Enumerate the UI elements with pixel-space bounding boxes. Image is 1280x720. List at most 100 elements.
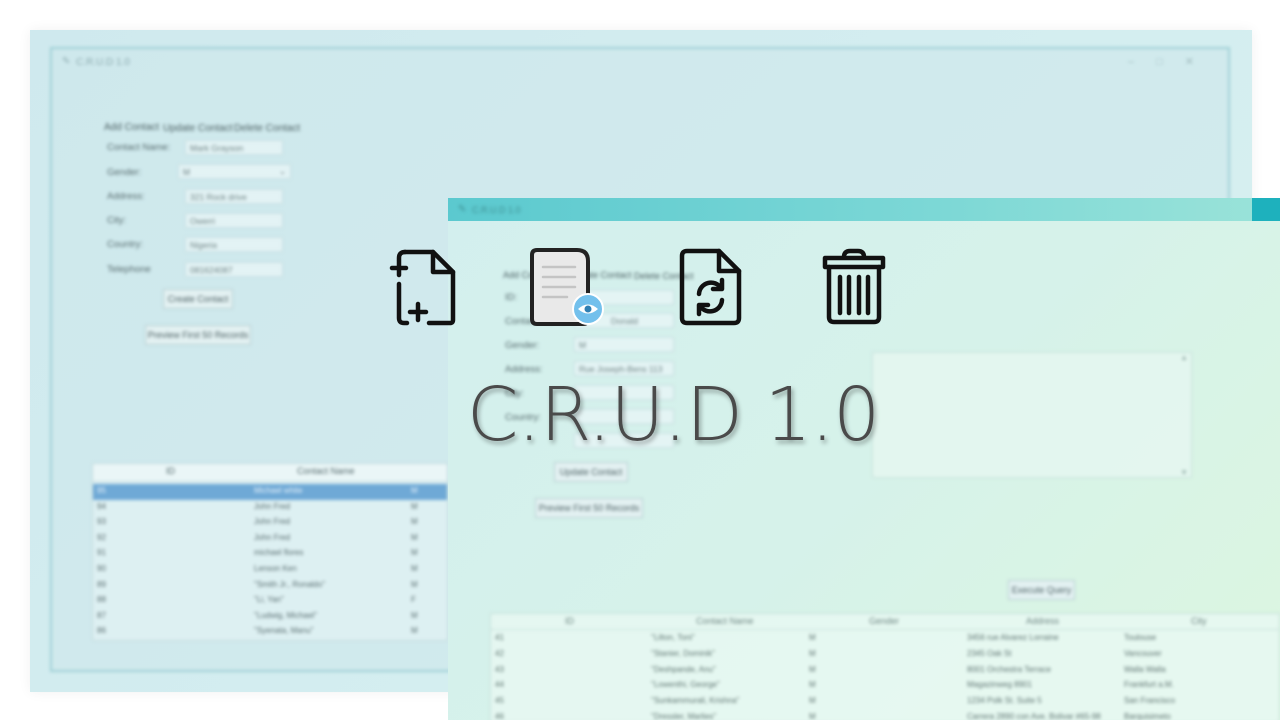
id-cell: 90 — [97, 564, 106, 573]
front-window-accent — [1252, 198, 1280, 221]
table-row[interactable]: 44 "Lowenthi, George" M Magazinweg 8901 Fran… — [491, 678, 1279, 694]
id-cell: 94 — [97, 501, 106, 511]
table-row[interactable]: 93 John Fred M — [93, 515, 447, 531]
id-cell: 42 — [495, 648, 504, 658]
table-row[interactable]: 41 "Lilton, Toni" M 3456 rue Alvarez Lorrai… — [491, 631, 1279, 647]
table-row[interactable]: 42 "Stanier, Dominik" M 2345 Oak St Vancouve… — [491, 647, 1279, 663]
id-cell: 41 — [495, 633, 504, 642]
gender-cell: M — [809, 648, 816, 658]
address-cell: Magazinweg 8901 — [967, 680, 1032, 690]
back-window-controls[interactable]: –□✕ — [1128, 55, 1216, 68]
address-label: Address: — [107, 191, 145, 202]
gender-cell: M — [809, 696, 816, 706]
back-window-title: C.R.U.D 1.0 — [76, 57, 130, 68]
gender-cell: M — [411, 626, 418, 636]
city-label: City: — [107, 215, 126, 226]
city-cell: Barquisimeto — [1124, 712, 1171, 720]
gender-cell: M — [809, 680, 816, 690]
header2-gender[interactable]: Gender — [869, 616, 899, 626]
table-row[interactable]: 43 "Deshpande, Anu" M 8001 Orchestra Terrac… — [491, 663, 1279, 679]
gender-cell: M — [809, 633, 816, 642]
chevron-down-icon: ⌄ — [278, 166, 286, 176]
contact-name-label: Contact Name: — [107, 142, 171, 153]
id-cell: 86 — [97, 626, 106, 636]
city-field[interactable]: Owerri — [185, 213, 283, 228]
create-contact-button[interactable]: Create Contact — [163, 289, 233, 309]
results-table: ID Contact Name Gender Address City 41 "L… — [490, 613, 1280, 720]
contact-name-cell: Lenson Ken — [254, 564, 297, 573]
country-field[interactable]: Nigeria — [185, 237, 283, 252]
table-header: ID Contact Name — [93, 464, 447, 482]
front-window-feather-icon: ✎ — [458, 204, 467, 215]
table-row[interactable]: 95 Michael white M — [93, 484, 447, 500]
telephone-label: Telephone — [107, 264, 151, 275]
table-row[interactable]: 94 John Fred M — [93, 500, 447, 516]
contact-name-cell: "Sunkammurali, Krishna" — [651, 696, 740, 706]
scroll-down-icon[interactable]: ▼ — [1180, 468, 1188, 477]
table-row[interactable]: 86 "Syenata, Manu" M — [93, 624, 447, 640]
telephone-field[interactable]: 081624087 — [185, 262, 283, 277]
tab-update-contact[interactable]: Update Contact — [163, 123, 233, 134]
gender-select[interactable]: M ⌄ — [178, 164, 291, 179]
contact-name-cell: "Li, Yan" — [254, 595, 284, 605]
view-file-icon — [530, 248, 604, 326]
gender-value: M — [183, 167, 191, 177]
city-cell: Vancouver — [1124, 648, 1162, 658]
id-cell: 45 — [495, 696, 504, 706]
scroll-up-icon[interactable]: ▲ — [1180, 353, 1188, 362]
table-row[interactable]: 91 michael flores M — [93, 546, 447, 562]
contact-name-field[interactable]: Mark Grayson — [185, 140, 283, 155]
id-cell: 46 — [495, 712, 504, 720]
id-cell: 87 — [97, 610, 106, 620]
table-row[interactable]: 88 "Li, Yan" F — [93, 593, 447, 609]
gender-cell: M — [411, 610, 418, 620]
preview-records-button-2[interactable]: Preview First 50 Records — [535, 498, 643, 518]
table-row[interactable]: 45 "Sunkammurali, Krishna" M 1234 Polk St. … — [491, 694, 1279, 710]
header-id[interactable]: ID — [166, 466, 175, 476]
gender-label-2: Gender: — [505, 340, 540, 351]
city-cell: Walla Walla — [1124, 664, 1166, 674]
address-cell: 1234 Polk St. Suite 5 — [967, 696, 1042, 706]
table-row[interactable]: 87 "Ludwig, Michael" M — [93, 609, 447, 625]
contact-name-cell: "Ludwig, Michael" — [254, 610, 318, 620]
execute-query-button[interactable]: Execute Query — [1008, 580, 1075, 600]
city-cell: Frankfurt a.M. — [1124, 680, 1174, 690]
address-cell: Carrera 2890 con Ave. Bolivar #65-98 — [967, 712, 1101, 720]
id-cell: 43 — [495, 664, 504, 674]
tab-add-contact[interactable]: Add Contact — [104, 122, 159, 133]
contact-name-cell: michael flores — [254, 548, 304, 558]
city-cell: San Francisco — [1124, 696, 1176, 706]
table-row[interactable]: 46 "Dressler, Marlies" M Carrera 2890 con A… — [491, 710, 1279, 720]
contact-name-cell: "Syenata, Manu" — [254, 626, 314, 636]
header2-city[interactable]: City — [1191, 616, 1207, 626]
address-cell: 2345 Oak St — [967, 648, 1012, 658]
contact-name-cell: "Lowenthi, George" — [651, 680, 720, 690]
table-row[interactable]: 90 Lenson Ken M — [93, 562, 447, 578]
front-window-titlebar: ✎ C.R.U.D 1.0 — [448, 198, 1280, 221]
id-cell: 44 — [495, 680, 504, 690]
header2-id[interactable]: ID — [565, 616, 574, 626]
id-cell: 95 — [97, 486, 106, 495]
table-row[interactable]: 92 John Fred M — [93, 531, 447, 547]
header2-address[interactable]: Address — [1026, 616, 1059, 626]
preview-records-button[interactable]: Preview First 50 Records — [145, 325, 251, 345]
address-field[interactable]: 321 Rock drive — [185, 189, 283, 204]
gender-cell: M — [411, 548, 418, 558]
contact-name-cell: "Deshpande, Anu" — [651, 664, 716, 674]
gender-cell: F — [411, 595, 416, 605]
contact-name-cell: John Fred — [254, 532, 291, 542]
address-cell: 8001 Orchestra Terrace — [967, 664, 1051, 674]
gender-field-2[interactable]: M — [574, 337, 674, 352]
contact-name-cell: "Dressler, Marlies" — [651, 712, 717, 720]
front-window-title: C.R.U.D 1.0 — [472, 205, 521, 215]
gender-cell: M — [411, 579, 418, 589]
tab-delete-contact[interactable]: Delete Contact — [234, 123, 300, 134]
table-row[interactable]: 89 "Smith Jr., Ronaldo" M — [93, 578, 447, 594]
header2-contact-name[interactable]: Contact Name — [696, 616, 754, 626]
header-contact-name[interactable]: Contact Name — [297, 466, 355, 476]
app-brand-title: C.R.U.D 1.0 — [466, 372, 880, 458]
gender-label: Gender: — [107, 167, 142, 178]
update-contact-button[interactable]: Update Contact — [554, 462, 628, 482]
address-cell: 3456 rue Alvarez Lorraine — [967, 633, 1059, 642]
contact-name-cell: John Fred — [254, 501, 291, 511]
